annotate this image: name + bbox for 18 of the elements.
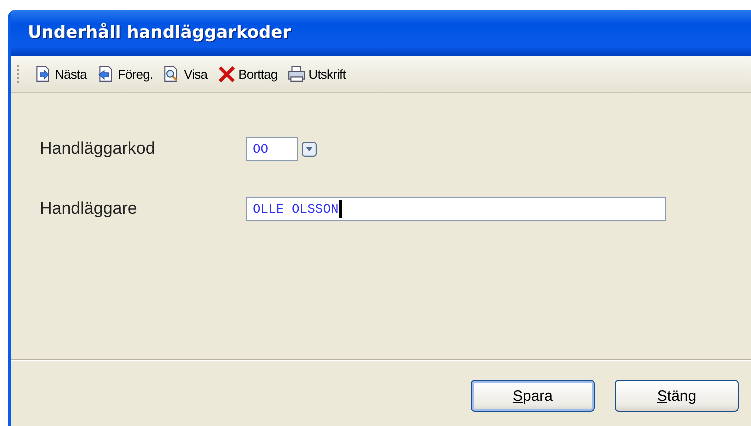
page-arrow-icon	[34, 65, 52, 83]
toolbar-button[interactable]: Föreg.	[94, 63, 156, 85]
toolbar-button[interactable]: Borttag	[214, 63, 281, 85]
toolbar-grip-icon[interactable]	[17, 65, 21, 83]
cross-icon	[218, 65, 236, 83]
printer-icon	[288, 65, 306, 83]
window-title: Underhåll handläggarkoder	[28, 23, 292, 43]
dropdown-icon[interactable]	[302, 142, 317, 156]
code-field[interactable]: OO	[246, 137, 298, 161]
page-arrow-icon	[96, 65, 115, 83]
name-field[interactable]: OLLE OLSSON	[246, 197, 666, 221]
save-button[interactable]: Spara	[471, 380, 595, 412]
toolbar-button[interactable]: Visa	[160, 63, 211, 85]
field-label: Handläggarkod	[40, 139, 156, 159]
toolbar-button[interactable]: Utskrift	[284, 63, 349, 85]
field-label: Handläggare	[40, 199, 138, 219]
toolbar-button[interactable]: Nästa	[31, 63, 90, 85]
close-button[interactable]: Stäng	[615, 380, 739, 412]
